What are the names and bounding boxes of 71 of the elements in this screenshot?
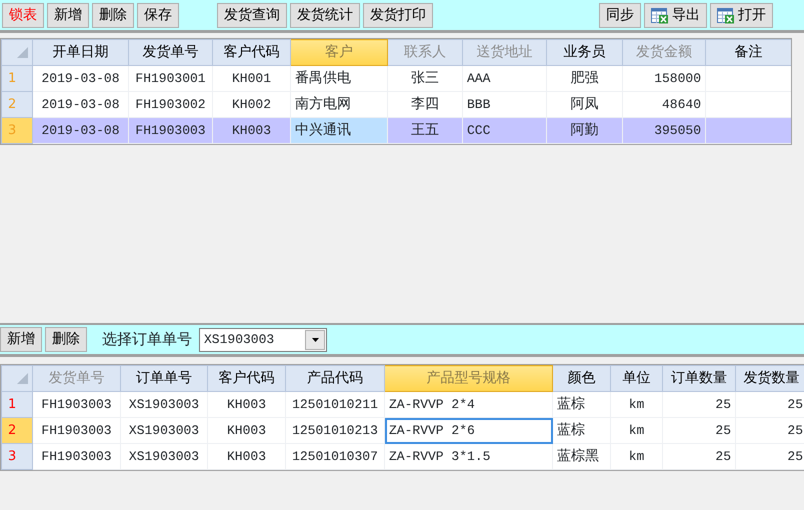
- column-header[interactable]: 颜色: [552, 366, 610, 392]
- table-cell: KH003: [212, 118, 290, 144]
- toolbar-button[interactable]: 新增: [0, 327, 42, 352]
- column-header[interactable]: 发货数量: [736, 366, 804, 392]
- table-cell: 25: [662, 444, 736, 470]
- order-select[interactable]: XS1903003: [199, 328, 327, 352]
- table-cell: 12501010213: [286, 418, 384, 444]
- corner-triangle-icon: [17, 373, 28, 384]
- field-label: 选择订单单号: [102, 329, 192, 350]
- table-cell: 肥强: [546, 66, 622, 92]
- table-cell: KH003: [208, 418, 286, 444]
- table-cell: FH1903003: [128, 118, 212, 144]
- table-cell: XS1903003: [120, 444, 208, 470]
- corner-triangle-icon: [17, 47, 28, 58]
- table-cell: KH001: [212, 66, 290, 92]
- table-cell: 张三: [388, 66, 462, 92]
- spreadsheet-icon: [717, 8, 735, 24]
- dropdown-button[interactable]: [305, 330, 325, 350]
- table-cell: KH003: [208, 392, 286, 418]
- table-cell: km: [610, 418, 662, 444]
- table-cell: 蓝棕黑: [552, 444, 610, 470]
- table-cell: FH1903001: [128, 66, 212, 92]
- table-cell: FH1903003: [32, 444, 120, 470]
- toolbar-button[interactable]: 打开: [710, 3, 773, 28]
- table-cell: ZA-RVVP 3*1.5: [384, 444, 552, 470]
- table-cell: 中兴通讯: [290, 118, 388, 144]
- table-cell: XS1903003: [120, 418, 208, 444]
- toolbar-button[interactable]: 发货统计: [290, 3, 360, 28]
- table-cell: XS1903003: [120, 392, 208, 418]
- column-header[interactable]: 发货单号: [128, 40, 212, 66]
- table-cell: 2019-03-08: [32, 66, 128, 92]
- column-header[interactable]: 开单日期: [32, 40, 128, 66]
- table-cell: km: [610, 444, 662, 470]
- table-cell: 12501010211: [286, 392, 384, 418]
- column-header[interactable]: 订单数量: [662, 366, 736, 392]
- table-cell: 12501010307: [286, 444, 384, 470]
- table-cell: 395050: [622, 118, 706, 144]
- table-cell: 阿勤: [546, 118, 622, 144]
- table-cell: 蓝棕: [552, 418, 610, 444]
- toolbar-button[interactable]: 导出: [644, 3, 707, 28]
- toolbar-button[interactable]: 删除: [45, 327, 87, 352]
- table-cell: 25: [662, 418, 736, 444]
- toolbar-button[interactable]: 同步: [599, 3, 641, 28]
- table-cell: CCC: [462, 118, 546, 144]
- table-cell: ZA-RVVP 2*6: [384, 418, 552, 444]
- toolbar-button[interactable]: 删除: [92, 3, 134, 28]
- column-header[interactable]: 客户代码: [212, 40, 290, 66]
- table-cell: 番禺供电: [290, 66, 388, 92]
- toolbar-button[interactable]: 新增: [47, 3, 89, 28]
- table-cell: 王五: [388, 118, 462, 144]
- toolbar-button[interactable]: 发货打印: [363, 3, 433, 28]
- column-header[interactable]: 产品代码: [286, 366, 384, 392]
- toolbar-button[interactable]: 发货查询: [217, 3, 287, 28]
- table-cell: AAA: [462, 66, 546, 92]
- toolbar-button[interactable]: 保存: [137, 3, 179, 28]
- table-cell: 25: [662, 392, 736, 418]
- table-cell: km: [610, 392, 662, 418]
- table-cell: KH003: [208, 444, 286, 470]
- table-cell: FH1903003: [32, 392, 120, 418]
- column-header[interactable]: 单位: [610, 366, 662, 392]
- column-header[interactable]: 客户代码: [208, 366, 286, 392]
- table-cell: ZA-RVVP 2*4: [384, 392, 552, 418]
- table-cell: 158000: [622, 66, 706, 92]
- column-header[interactable]: 业务员: [546, 40, 622, 66]
- spreadsheet-icon: [651, 8, 669, 24]
- table-cell: FH1903003: [32, 418, 120, 444]
- table-cell: 2019-03-08: [32, 118, 128, 144]
- caret-icon: [312, 338, 318, 342]
- column-header[interactable]: 订单单号: [120, 366, 208, 392]
- table-cell: 蓝棕: [552, 392, 610, 418]
- column-header[interactable]: 备注: [706, 40, 791, 66]
